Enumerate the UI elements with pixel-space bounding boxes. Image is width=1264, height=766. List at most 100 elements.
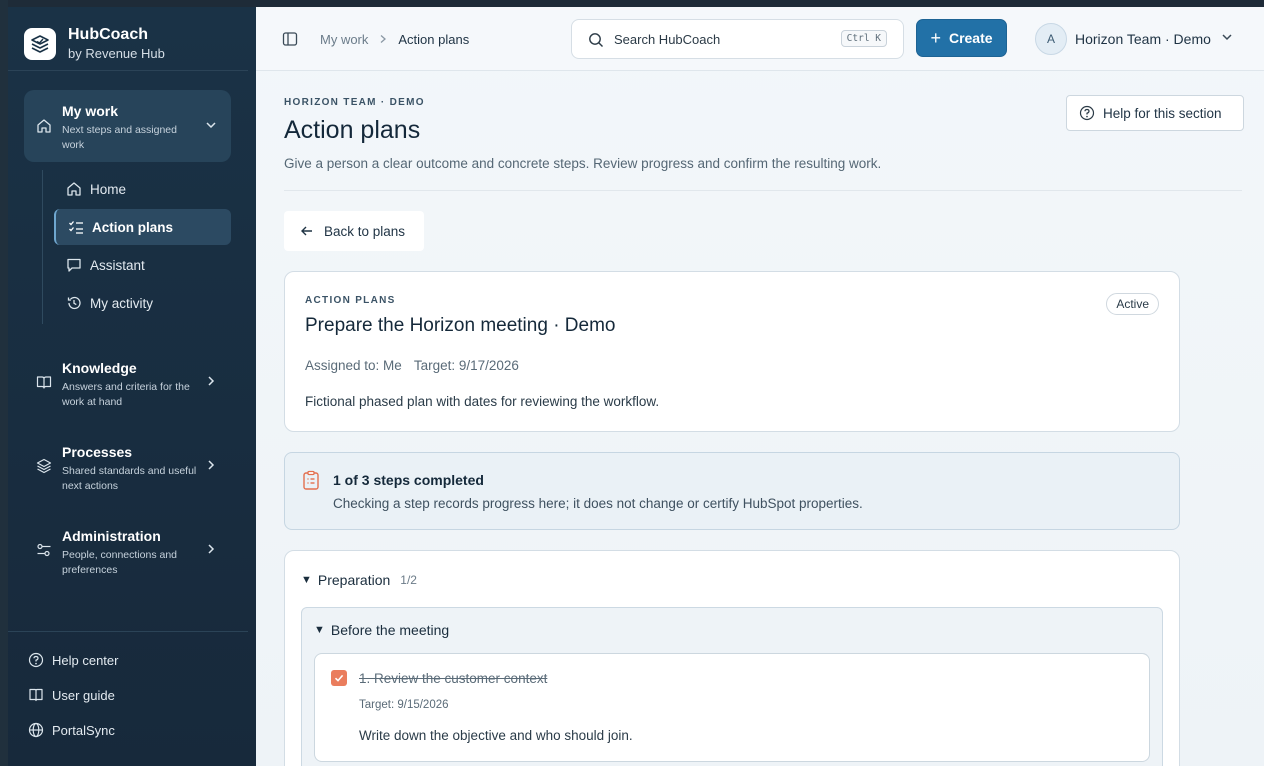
sidebar-divider [8, 70, 248, 71]
globe-icon [28, 722, 44, 738]
plan-assigned: Assigned to: Me [305, 358, 402, 373]
check-icon [334, 674, 344, 682]
book-icon [36, 374, 52, 395]
section-toggle[interactable]: ▼ Before the meeting [314, 622, 449, 638]
sidebar-item-label: Home [90, 181, 127, 197]
plan-eyebrow: ACTION PLANS [305, 295, 396, 306]
help-circle-icon [1079, 105, 1095, 121]
sidebar-item-home[interactable]: Home [54, 171, 231, 207]
my-work-title: My work [62, 103, 119, 119]
step-card: 1. Review the customer context Target: 9… [314, 653, 1150, 762]
hubcoach-logo-icon [24, 28, 56, 60]
sidebar-item-label: My activity [90, 295, 154, 311]
status-badge: Active [1106, 293, 1159, 315]
caret-down-icon: ▼ [314, 624, 325, 636]
sidebar-footer-portalsync[interactable]: PortalSync [28, 722, 115, 738]
user-name: Horizon Team · Demo [1075, 31, 1211, 47]
search-icon [588, 32, 604, 53]
footer-item-label: PortalSync [52, 722, 115, 738]
sliders-icon [36, 542, 52, 563]
user-menu[interactable]: A Horizon Team · Demo [1035, 23, 1233, 55]
top-bar: My work Action plans Search HubCoach Ctr… [256, 7, 1264, 71]
create-button[interactable]: + Create [916, 19, 1007, 57]
chevron-down-icon [1221, 30, 1233, 48]
step-checkbox[interactable] [331, 670, 347, 686]
step-target: Target: 9/15/2026 [359, 699, 449, 711]
chevron-right-icon [205, 458, 217, 476]
plan-target: Target: 9/17/2026 [413, 358, 519, 373]
avatar: A [1035, 23, 1067, 55]
brand[interactable]: HubCoach by Revenue Hub [24, 26, 165, 62]
sidebar-footer-user-guide[interactable]: User guide [28, 687, 115, 703]
home-icon [66, 181, 82, 197]
checklist-icon [68, 219, 84, 235]
chevron-right-icon [378, 33, 388, 47]
plus-icon: + [930, 28, 941, 48]
help-section-label: Help for this section [1103, 105, 1222, 121]
breadcrumb-action-plans: Action plans [398, 32, 470, 47]
main-content: My work Action plans Search HubCoach Ctr… [256, 0, 1264, 766]
caret-down-icon: ▼ [301, 574, 312, 586]
phase-count: 1/2 [400, 573, 417, 587]
page-subtitle: Give a person a clear outcome and concre… [284, 156, 882, 171]
sidebar-toggle-icon[interactable] [282, 31, 298, 52]
progress-summary: 1 of 3 steps completed Checking a step r… [284, 452, 1180, 530]
book-open-icon [28, 687, 44, 703]
sidebar-group-processes[interactable]: Processes Shared standards and useful ne… [24, 444, 231, 504]
search-label: Search HubCoach [614, 32, 721, 47]
sidebar-item-action-plans[interactable]: Action plans [54, 209, 231, 245]
footer-item-label: Help center [52, 652, 119, 668]
sidebar-group-administration[interactable]: Administration People, connections and p… [24, 528, 231, 588]
phase-toggle[interactable]: ▼ Preparation 1/2 [301, 572, 417, 588]
breadcrumb-my-work[interactable]: My work [320, 32, 368, 47]
step-description: Write down the objective and who should … [359, 728, 633, 743]
progress-note: Checking a step records progress here; i… [333, 496, 863, 511]
arrow-left-icon [300, 224, 314, 238]
home-icon [36, 118, 52, 139]
help-section-button[interactable]: Help for this section [1066, 95, 1244, 131]
processes-title: Processes [62, 444, 133, 460]
knowledge-desc: Answers and criteria for the work at han… [62, 381, 190, 408]
sidebar-group-knowledge[interactable]: Knowledge Answers and criteria for the w… [24, 360, 231, 420]
my-work-desc: Next steps and assigned work [62, 124, 177, 151]
back-label: Back to plans [324, 223, 406, 239]
workspace-eyebrow: HORIZON TEAM · DEMO [284, 97, 425, 108]
sidebar: HubCoach by Revenue Hub My work Next ste… [0, 0, 256, 766]
phase-name: Preparation [317, 572, 391, 588]
section-name: Before the meeting [330, 622, 450, 638]
page-title: Action plans [284, 116, 421, 144]
chevron-down-icon [205, 118, 217, 136]
plan-title: Prepare the Horizon meeting · Demo [305, 315, 616, 336]
sidebar-divider [8, 631, 248, 632]
breadcrumb: My work Action plans [320, 32, 469, 47]
administration-desc: People, connections and preferences [62, 549, 178, 576]
sidebar-item-assistant[interactable]: Assistant [54, 247, 231, 283]
plan-meta: Assigned to: Me Target: 9/17/2026 [305, 358, 519, 373]
phase-section: ▼ Before the meeting 1. Review the custo… [301, 607, 1163, 766]
sidebar-group-my-work[interactable]: My work Next steps and assigned work [24, 90, 231, 162]
plan-card: ACTION PLANS Prepare the Horizon meeting… [284, 271, 1180, 432]
progress-title: 1 of 3 steps completed [333, 472, 484, 488]
phase-card: ▼ Preparation 1/2 ▼ Before the meeting 1… [284, 550, 1180, 766]
create-label: Create [948, 30, 993, 46]
knowledge-title: Knowledge [62, 360, 137, 376]
back-to-plans-button[interactable]: Back to plans [284, 211, 424, 251]
footer-item-label: User guide [52, 687, 115, 703]
sidebar-footer-help-center[interactable]: Help center [28, 652, 118, 668]
chevron-right-icon [205, 374, 217, 392]
help-circle-icon [28, 652, 44, 668]
search-shortcut: Ctrl K [840, 30, 887, 47]
clipboard-list-icon [302, 470, 320, 495]
sidebar-item-my-activity[interactable]: My activity [54, 285, 231, 321]
history-icon [66, 295, 82, 311]
sidebar-item-label: Action plans [92, 219, 174, 235]
step-title: 1. Review the customer context [359, 671, 548, 686]
brand-name: HubCoach [68, 26, 148, 43]
processes-desc: Shared standards and useful next actions [62, 465, 197, 492]
chevron-right-icon [205, 542, 217, 560]
sidebar-item-label: Assistant [90, 257, 145, 273]
chat-icon [66, 257, 82, 273]
brand-subtitle: by Revenue Hub [68, 46, 165, 61]
administration-title: Administration [62, 528, 161, 544]
search-input[interactable]: Search HubCoach Ctrl K [571, 19, 904, 59]
